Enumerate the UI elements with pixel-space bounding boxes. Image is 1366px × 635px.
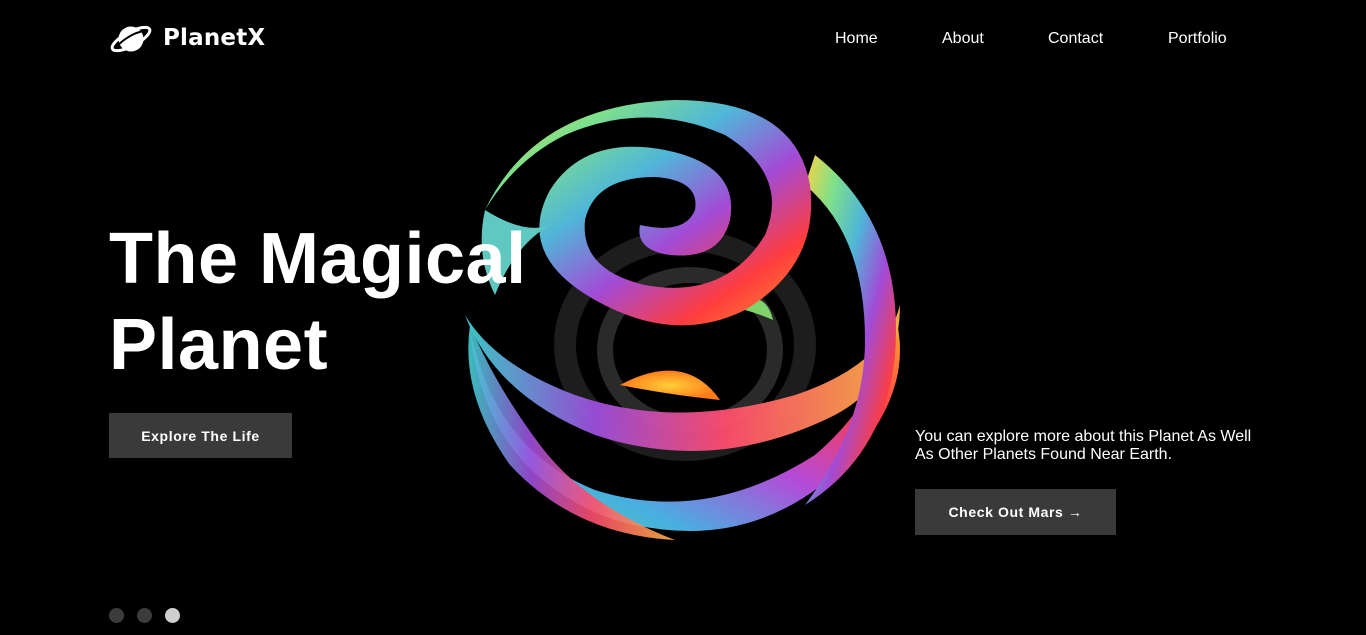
check-out-mars-button[interactable]: Check Out Mars → [915,489,1116,535]
hero-title: The Magical Planet [109,216,629,388]
nav-portfolio[interactable]: Portfolio [1168,29,1227,49]
carousel-dot-3[interactable] [165,608,180,623]
hero-description-line2: As Other Planets Found Near Earth. [915,446,1173,463]
main-nav: Home About Contact Portfolio [0,29,1366,49]
carousel-dot-2[interactable] [137,608,152,623]
hero-description-line1: You can explore more about this Planet A… [915,428,1252,445]
hero-title-line1: The Magical [109,219,527,299]
explore-button[interactable]: Explore The Life [109,413,292,458]
landing-page: PlanetX Home About Contact Portfolio The… [0,0,1366,635]
nav-contact[interactable]: Contact [1048,29,1103,49]
nav-home[interactable]: Home [835,29,878,49]
hero-description: You can explore more about this Planet A… [915,428,1275,464]
hero-title-line2: Planet [109,305,329,385]
carousel-dot-1[interactable] [109,608,124,623]
carousel-dots [109,608,180,623]
nav-about[interactable]: About [942,29,984,49]
